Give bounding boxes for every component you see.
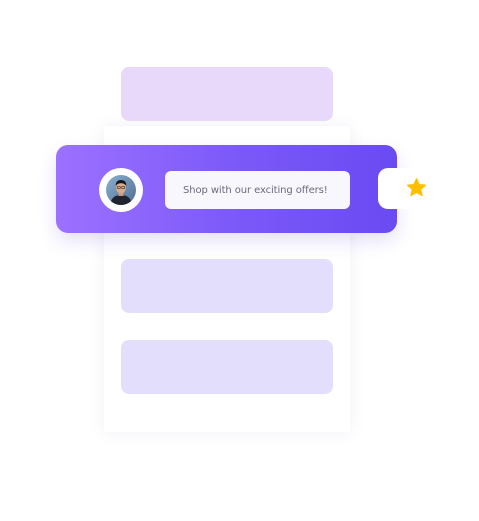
placeholder-bar-bottom <box>121 340 333 394</box>
promo-message: Shop with our exciting offers! <box>183 184 328 196</box>
star-icon[interactable] <box>405 177 428 199</box>
message-bubble[interactable]: Shop with our exciting offers! <box>165 171 350 209</box>
placeholder-bar-middle <box>121 259 333 313</box>
avatar[interactable] <box>99 168 143 212</box>
user-avatar-icon <box>106 175 136 205</box>
placeholder-bar-top <box>121 67 333 121</box>
